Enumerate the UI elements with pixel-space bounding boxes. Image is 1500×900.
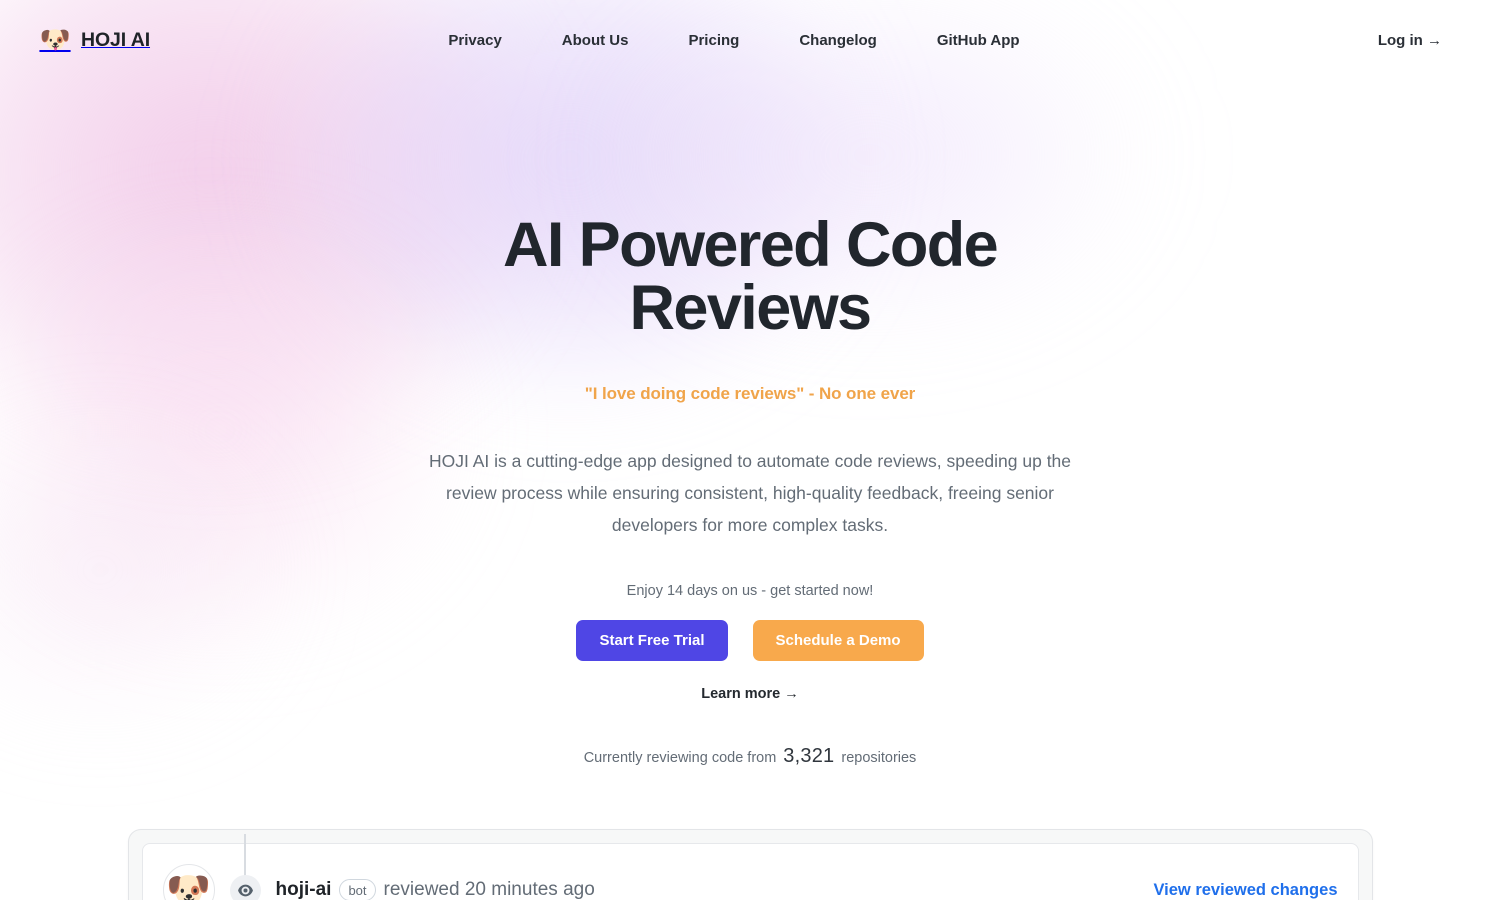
hero-section: AI Powered Code Reviews "I love doing co… — [0, 80, 1500, 900]
cta-button-row: Start Free Trial Schedule a Demo — [0, 620, 1500, 661]
hero-description: HOJI AI is a cutting-edge app designed t… — [428, 451, 1072, 535]
login-link[interactable]: Log in → — [1378, 32, 1468, 49]
nav-item-pricing[interactable]: Pricing — [688, 32, 739, 49]
status-badge: bot — [339, 879, 376, 900]
nav-item-about-us[interactable]: About Us — [562, 32, 629, 49]
trial-note: Enjoy 14 days on us - get started now! — [626, 583, 874, 599]
review-action-text: reviewed 20 minutes ago — [383, 879, 595, 900]
hero-tagline: "I love doing code reviews" - No one eve… — [584, 384, 916, 403]
nav-item-github-app[interactable]: GitHub App — [937, 32, 1020, 49]
review-preview-card: 🐶 hoji-ai bot reviewed 20 minutes ago Vi… — [127, 829, 1373, 900]
review-author-name: hoji-ai — [275, 879, 332, 900]
nav-item-privacy[interactable]: Privacy — [448, 32, 501, 49]
review-meta: hoji-ai bot reviewed 20 minutes ago — [276, 879, 595, 900]
counter-value: 3,321 — [783, 745, 835, 767]
avatar: 🐶 — [162, 864, 215, 900]
eye-icon — [229, 874, 261, 900]
start-free-trial-button[interactable]: Start Free Trial — [576, 620, 728, 661]
site-header: 🐶 HOJI AI Privacy About Us Pricing Chang… — [0, 0, 1500, 80]
review-status-connector — [229, 874, 261, 900]
review-card-inner: 🐶 hoji-ai bot reviewed 20 minutes ago Vi… — [141, 843, 1359, 900]
nav-item-changelog[interactable]: Changelog — [799, 32, 877, 49]
page-title: AI Powered Code Reviews — [502, 210, 999, 343]
dog-avatar-icon: 🐶 — [166, 869, 211, 900]
schedule-demo-button[interactable]: Schedule a Demo — [752, 620, 924, 661]
view-reviewed-changes-link[interactable]: View reviewed changes — [1153, 881, 1337, 900]
brand-name: HOJI AI — [81, 28, 151, 51]
dog-face-emoji-icon: 🐶 — [39, 25, 71, 54]
main-navigation: Privacy About Us Pricing Changelog GitHu… — [0, 0, 1500, 80]
learn-more-link[interactable]: Learn more → — [701, 686, 799, 702]
repository-counter: Currently reviewing code from 3,321 repo… — [0, 745, 1500, 768]
brand-logo-link[interactable]: 🐶 HOJI AI — [39, 25, 151, 55]
review-row: 🐶 hoji-ai bot reviewed 20 minutes ago Vi… — [162, 864, 1338, 900]
counter-suffix-label: repositories — [841, 750, 917, 766]
counter-prefix-label: Currently reviewing code from — [583, 750, 777, 766]
